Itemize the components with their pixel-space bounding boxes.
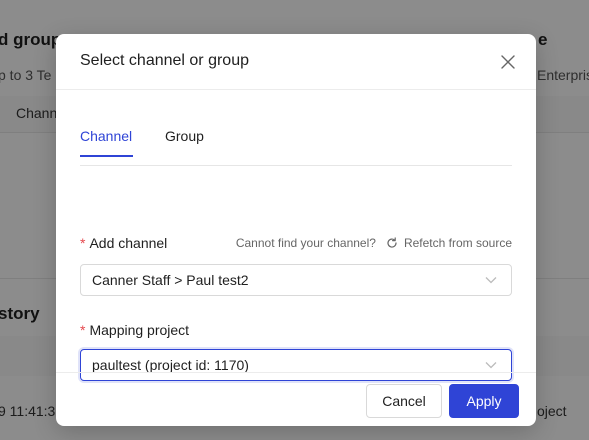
close-button[interactable] xyxy=(498,52,518,72)
project-select-value: paultest (project id: 1170) xyxy=(92,357,249,373)
add-channel-label-text: Add channel xyxy=(89,235,168,251)
mapping-project-label-text: Mapping project xyxy=(89,322,190,338)
refresh-icon xyxy=(387,237,397,248)
tab-group-label: Group xyxy=(165,128,204,144)
required-mark: * xyxy=(80,235,86,251)
add-channel-label: * Add channel xyxy=(80,235,167,251)
tab-bar: Channel Group xyxy=(80,128,512,166)
mapping-project-label: * Mapping project xyxy=(80,322,189,338)
modal-footer: Cancel Apply xyxy=(56,372,536,426)
required-mark: * xyxy=(80,322,86,338)
refetch-link[interactable]: Refetch from source xyxy=(386,236,512,250)
cannot-find-text: Cannot find your channel? xyxy=(235,236,376,250)
tab-channel[interactable]: Channel xyxy=(80,128,133,157)
apply-button[interactable]: Apply xyxy=(449,384,519,418)
select-channel-modal: Select channel or group Channel Group * A… xyxy=(56,34,536,426)
close-icon xyxy=(501,55,515,69)
active-tab-indicator xyxy=(80,155,133,157)
modal-title: Select channel or group xyxy=(80,52,249,69)
chevron-down-icon xyxy=(481,361,501,369)
refetch-hint: Cannot find your channel? Refetch from s… xyxy=(236,236,512,250)
channel-select[interactable]: Canner Staff > Paul test2 xyxy=(80,264,512,296)
refetch-label: Refetch from source xyxy=(403,236,512,250)
modal-header: Select channel or group xyxy=(56,34,536,90)
chevron-down-icon xyxy=(481,276,501,284)
modal-body: Channel Group * Add channel Cannot find y… xyxy=(56,90,536,381)
channel-select-value: Canner Staff > Paul test2 xyxy=(92,272,249,288)
tab-channel-label: Channel xyxy=(80,128,133,144)
tab-group[interactable]: Group xyxy=(165,128,204,156)
cancel-button[interactable]: Cancel xyxy=(366,384,442,418)
